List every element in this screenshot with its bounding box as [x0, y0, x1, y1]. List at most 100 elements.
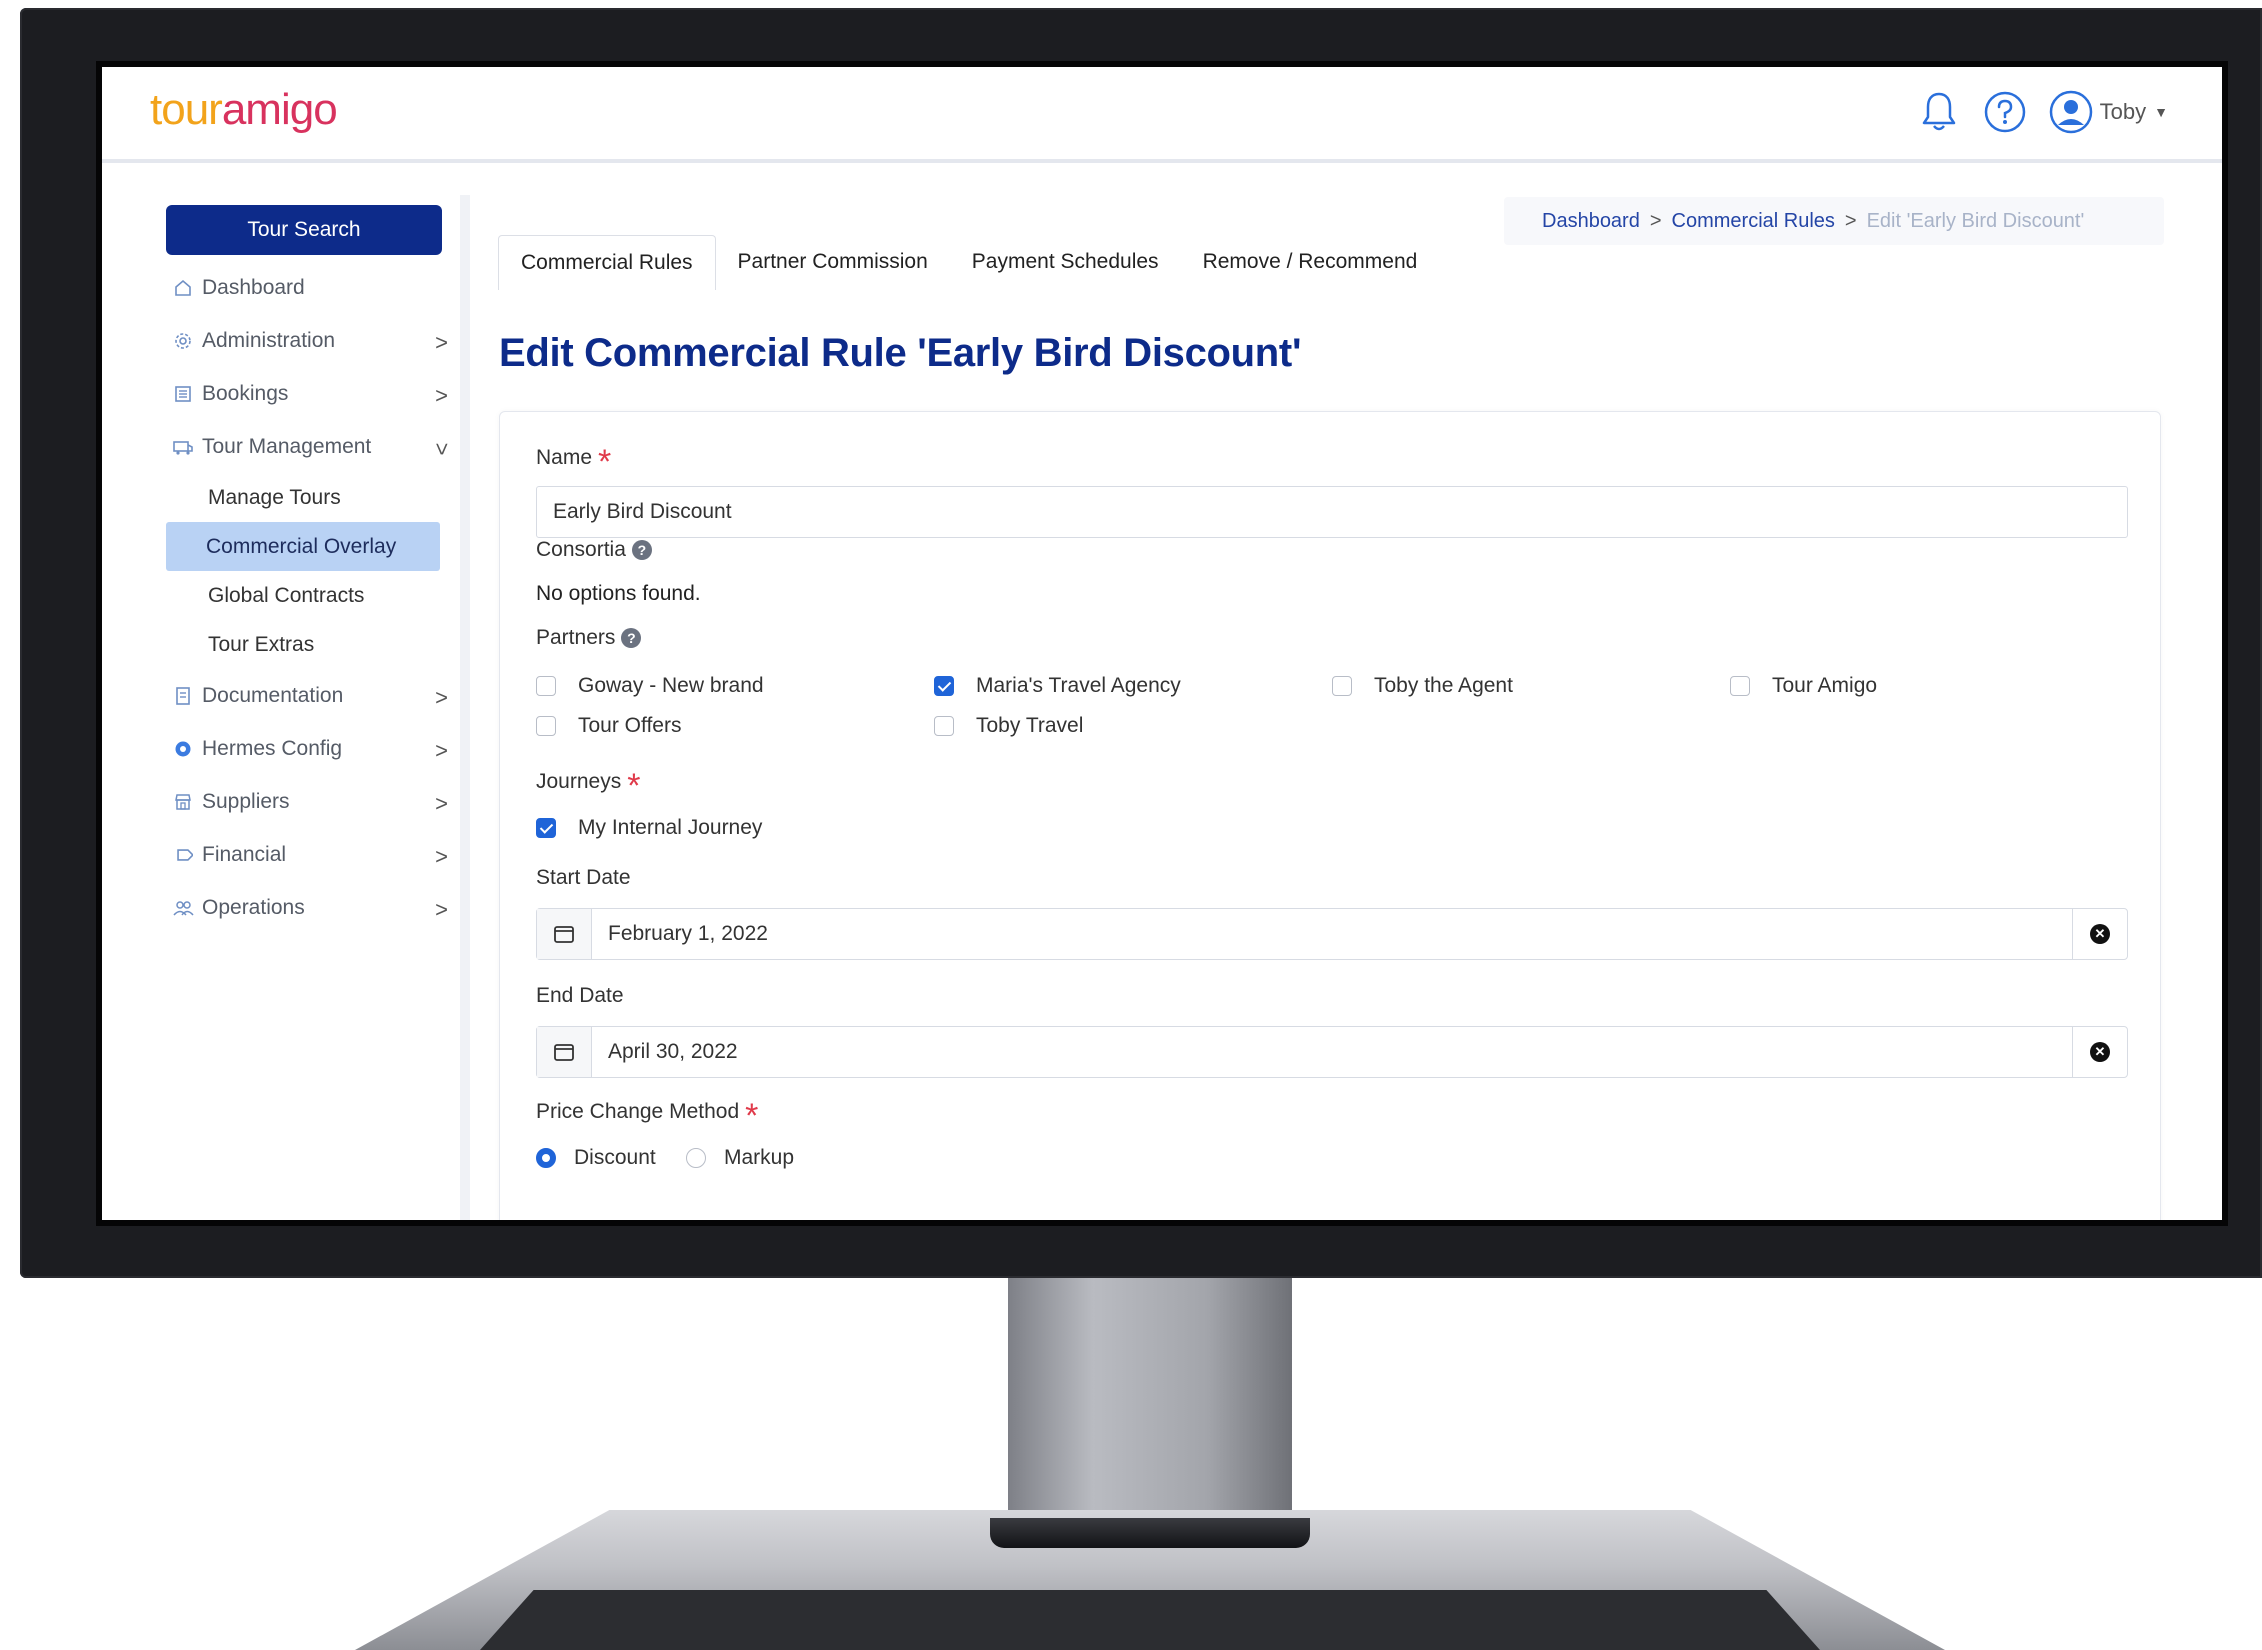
partner-checkbox-tour-amigo[interactable]: Tour Amigo	[1730, 674, 1877, 698]
sidebar-item-label: Suppliers	[202, 789, 290, 813]
sidebar-subitem-commercial-overlay[interactable]: Commercial Overlay	[166, 522, 440, 571]
help-circle-icon[interactable]: ?	[621, 628, 642, 648]
partner-checkbox-toby-the-agent[interactable]: Toby the Agent	[1332, 674, 1513, 698]
sidebar-item-operations[interactable]: Operations >	[150, 881, 460, 934]
store-icon	[172, 791, 194, 813]
checkbox-checked[interactable]	[536, 818, 556, 838]
settings-icon	[172, 738, 194, 760]
bell-icon[interactable]	[1916, 89, 1962, 135]
price-change-label-text: Price Change Method	[536, 1100, 740, 1123]
commercial-rule-form: Name * Early Bird Discount Consortia ? N…	[499, 411, 2161, 1220]
sidebar-item-financial[interactable]: Financial >	[150, 828, 460, 881]
journeys-label-text: Journeys	[536, 770, 622, 793]
chevron-right-icon: >	[435, 330, 448, 355]
close-icon: ✕	[2090, 924, 2110, 944]
help-circle-icon[interactable]: ?	[631, 540, 652, 560]
sidebar-subitem-tour-extras[interactable]: Tour Extras	[164, 620, 440, 669]
sidebar-nav: Dashboard Administration > Bookings > To…	[150, 261, 460, 934]
price-change-method-label: Price Change Method *	[536, 1098, 758, 1133]
checkbox-label: Toby Travel	[976, 714, 1084, 737]
breadcrumb: Dashboard > Commercial Rules > Edit 'Ear…	[1504, 197, 2164, 245]
bus-icon	[172, 436, 194, 458]
start-date-value[interactable]: February 1, 2022	[592, 922, 2072, 946]
monitor-stand-neck	[1008, 1278, 1292, 1550]
tour-search-button[interactable]: Tour Search	[166, 205, 442, 255]
tab-bar: Commercial Rules Partner Commission Paym…	[498, 235, 1439, 290]
checkbox-checked[interactable]	[934, 676, 954, 696]
chevron-right-icon: >	[435, 738, 448, 763]
name-label: Name *	[536, 443, 612, 481]
app-header: touramigo Toby ▼	[102, 67, 2222, 163]
required-asterisk-icon: *	[598, 443, 612, 481]
sidebar-item-label: Hermes Config	[202, 736, 343, 760]
price-method-radio-discount[interactable]: Discount	[536, 1146, 656, 1170]
sidebar-item-administration[interactable]: Administration >	[150, 314, 460, 367]
tab-payment-schedules[interactable]: Payment Schedules	[950, 235, 1181, 289]
chevron-down-icon: >	[429, 442, 455, 456]
partner-checkbox-toby-travel[interactable]: Toby Travel	[934, 714, 1083, 738]
sidebar-item-dashboard[interactable]: Dashboard	[150, 261, 460, 314]
sidebar-item-label: Operations	[202, 895, 305, 919]
header-actions: Toby ▼	[1916, 89, 2168, 135]
breadcrumb-dashboard[interactable]: Dashboard	[1542, 210, 1640, 233]
tab-commercial-rules[interactable]: Commercial Rules	[498, 235, 716, 290]
partner-checkbox-marias-travel-agency[interactable]: Maria's Travel Agency	[934, 674, 1181, 698]
checkbox-label: Goway - New brand	[578, 674, 764, 697]
chevron-right-icon: >	[435, 791, 448, 816]
radio-label: Markup	[724, 1146, 795, 1169]
user-menu[interactable]: Toby ▼	[2048, 89, 2168, 135]
clear-end-date-button[interactable]: ✕	[2072, 1027, 2127, 1077]
radio-selected[interactable]	[536, 1148, 556, 1168]
user-avatar-icon	[2048, 89, 2094, 135]
sidebar-item-label: Dashboard	[202, 275, 305, 299]
breadcrumb-separator: >	[1649, 209, 1662, 232]
calendar-icon[interactable]	[537, 909, 592, 959]
checkbox-label: My Internal Journey	[578, 816, 763, 839]
tab-remove-recommend[interactable]: Remove / Recommend	[1181, 235, 1440, 289]
sidebar-item-suppliers[interactable]: Suppliers >	[150, 775, 460, 828]
checkbox[interactable]	[934, 716, 954, 736]
radio[interactable]	[686, 1148, 706, 1168]
partners-label: Partners ?	[536, 626, 642, 650]
tab-partner-commission[interactable]: Partner Commission	[716, 235, 950, 289]
logo-text-amigo: amigo	[221, 85, 338, 134]
end-date-label: End Date	[536, 984, 624, 1007]
price-method-radio-markup[interactable]: Markup	[686, 1146, 794, 1170]
sidebar-item-label: Bookings	[202, 381, 289, 405]
end-date-value[interactable]: April 30, 2022	[592, 1040, 2072, 1064]
tag-icon	[172, 844, 194, 866]
clear-start-date-button[interactable]: ✕	[2072, 909, 2127, 959]
sidebar-item-tour-management[interactable]: Tour Management >	[150, 420, 460, 473]
sidebar-item-hermes-config[interactable]: Hermes Config >	[150, 722, 460, 775]
journey-checkbox-my-internal-journey[interactable]: My Internal Journey	[536, 816, 762, 840]
breadcrumb-commercial-rules[interactable]: Commercial Rules	[1672, 210, 1835, 233]
start-date-picker[interactable]: February 1, 2022 ✕	[536, 908, 2128, 960]
checkbox[interactable]	[1332, 676, 1352, 696]
consortia-label-text: Consortia	[536, 538, 626, 561]
help-icon[interactable]	[1982, 89, 2028, 135]
checkbox[interactable]	[536, 716, 556, 736]
partner-checkbox-goway[interactable]: Goway - New brand	[536, 674, 764, 698]
touramigo-logo[interactable]: touramigo	[150, 85, 338, 135]
sidebar-item-label: Documentation	[202, 683, 344, 707]
monitor-stand-collar	[990, 1518, 1310, 1548]
checkbox[interactable]	[1730, 676, 1750, 696]
sidebar-item-label: Financial	[202, 842, 287, 866]
sidebar-item-bookings[interactable]: Bookings >	[150, 367, 460, 420]
partner-checkbox-tour-offers[interactable]: Tour Offers	[536, 714, 681, 738]
checkbox-label: Tour Amigo	[1772, 674, 1878, 697]
sidebar-item-label: Administration	[202, 328, 336, 352]
end-date-picker[interactable]: April 30, 2022 ✕	[536, 1026, 2128, 1078]
checkbox-label: Maria's Travel Agency	[976, 674, 1181, 697]
sidebar-subitem-global-contracts[interactable]: Global Contracts	[164, 571, 440, 620]
sidebar-item-documentation[interactable]: Documentation >	[150, 669, 460, 722]
calendar-icon[interactable]	[537, 1027, 592, 1077]
radio-label: Discount	[574, 1146, 656, 1169]
user-name: Toby	[2099, 99, 2147, 124]
checkbox[interactable]	[536, 676, 556, 696]
name-input[interactable]: Early Bird Discount	[536, 486, 2128, 538]
chevron-right-icon: >	[435, 897, 448, 922]
chevron-right-icon: >	[435, 844, 448, 869]
sidebar-subitem-manage-tours[interactable]: Manage Tours	[164, 473, 440, 522]
checkbox-label: Tour Offers	[578, 714, 682, 737]
